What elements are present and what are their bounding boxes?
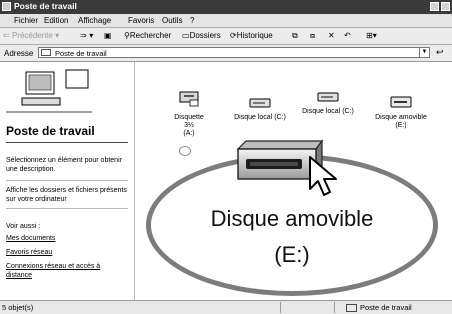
search-button[interactable]: ⚲Rechercher xyxy=(124,31,171,40)
menu-affichage[interactable]: Affichage xyxy=(78,16,111,25)
folders-icon: ▭ xyxy=(182,31,190,40)
link-row: Connexions réseau et accès à distance xyxy=(6,262,128,280)
minimize-button[interactable] xyxy=(430,2,439,11)
hard-disk-icon xyxy=(317,92,339,102)
zoom-label-drive: (E:) xyxy=(274,242,310,267)
go-icon[interactable]: ↩ xyxy=(436,48,444,58)
folders-button[interactable]: ▭Dossiers xyxy=(182,31,221,40)
link-row: Mes documents xyxy=(6,234,128,243)
back-button[interactable]: ⇐ Précédente ▾ xyxy=(3,31,59,40)
menu-fichier[interactable]: Fichier xyxy=(14,16,38,25)
drive-item-floppy[interactable]: Disquette 3½ (A:) xyxy=(169,90,209,138)
address-label: Adresse xyxy=(4,49,34,58)
window-title: Poste de travail xyxy=(14,1,77,11)
divider xyxy=(334,302,335,313)
back-label: Précédente xyxy=(11,31,53,40)
address-field[interactable]: Poste de travail ▼ xyxy=(38,47,430,58)
chevron-down-icon[interactable]: ▼ xyxy=(419,48,429,57)
menu-outils[interactable]: Outils xyxy=(162,16,182,25)
status-location: Poste de travail xyxy=(346,303,412,313)
drive-name: Disquette 3½ xyxy=(174,114,204,129)
mouse-cursor-icon xyxy=(309,156,337,196)
divider xyxy=(280,302,281,313)
history-label: Historique xyxy=(236,31,273,40)
forward-button[interactable]: ⇒ ▾ xyxy=(80,31,93,40)
status-count: 5 objet(s) xyxy=(2,303,34,312)
drive-item-c[interactable]: Disque local (C:) xyxy=(229,98,291,122)
menu-bar: Fichier Edition Affichage Favoris Outils… xyxy=(0,14,452,28)
left-pane: Poste de travail Sélectionnez un élément… xyxy=(0,62,135,300)
search-label: Rechercher xyxy=(129,31,172,40)
link-row: Favoris réseau xyxy=(6,248,128,257)
info-text: Affiche les dossiers et fichiers présent… xyxy=(6,187,127,203)
status-bar: 5 objet(s) Poste de travail xyxy=(0,300,452,314)
status-location-label: Poste de travail xyxy=(360,303,412,312)
drive-name: Disque amovible xyxy=(375,114,427,121)
drive-letter: (E:) xyxy=(395,122,407,129)
drive-name: Disque local (C:) xyxy=(234,114,286,121)
views-icon[interactable]: ⊞▾ xyxy=(366,31,377,40)
menu-favoris[interactable]: Favoris xyxy=(128,16,154,25)
computer-icon xyxy=(2,2,11,11)
delete-icon[interactable]: ✕ xyxy=(328,31,335,40)
link-connexions-reseau[interactable]: Connexions réseau et accès à distance xyxy=(6,263,100,279)
undo-icon[interactable]: ↶ xyxy=(344,31,351,40)
partial-item-icon xyxy=(179,146,191,156)
see-also-label: Voir aussi : xyxy=(6,223,41,230)
folders-label: Dossiers xyxy=(189,31,221,40)
drive-item-e[interactable]: Disque amovible (E:) xyxy=(365,96,437,130)
maximize-button[interactable] xyxy=(441,2,450,11)
move-to-icon[interactable]: ⧉ xyxy=(292,31,298,41)
address-value: Poste de travail xyxy=(55,49,107,58)
divider xyxy=(6,180,128,181)
computer-icon xyxy=(6,69,92,113)
up-folder-icon[interactable]: ▣ xyxy=(104,31,112,40)
link-favoris-reseau[interactable]: Favoris réseau xyxy=(6,249,52,256)
toolbar: ⇐ Précédente ▾ ⇒ ▾ ▣ ⚲Rechercher ▭Dossie… xyxy=(0,28,452,45)
address-bar: Adresse Poste de travail ▼ ↩ xyxy=(0,45,452,62)
copy-to-icon[interactable]: ⧈ xyxy=(310,31,315,41)
history-icon: ⟳ xyxy=(230,31,237,40)
zoom-callout: Disque amovible (E:) xyxy=(146,139,438,296)
drive-name: Disque local (C:) xyxy=(302,108,354,115)
menu-edition[interactable]: Edition xyxy=(44,16,68,25)
zoom-label-name: Disque amovible xyxy=(210,206,374,231)
divider xyxy=(6,142,128,143)
removable-disk-icon xyxy=(390,96,412,108)
title-bar: Poste de travail xyxy=(0,0,452,14)
page-title: Poste de travail xyxy=(6,124,95,138)
history-button[interactable]: ⟳Historique xyxy=(230,31,273,40)
description-text: Sélectionnez un élément pour obtenir une… xyxy=(6,157,122,173)
computer-icon xyxy=(41,49,51,56)
menu-help[interactable]: ? xyxy=(190,16,194,25)
hard-disk-icon xyxy=(249,98,271,108)
drive-item-c-2[interactable]: Disque local (C:) xyxy=(295,92,361,116)
computer-icon xyxy=(346,304,357,313)
back-arrow-icon: ⇐ xyxy=(3,31,10,40)
divider xyxy=(6,208,128,209)
floppy-drive-icon xyxy=(179,91,199,107)
link-mes-documents[interactable]: Mes documents xyxy=(6,235,55,242)
drive-letter: (A:) xyxy=(183,130,195,137)
